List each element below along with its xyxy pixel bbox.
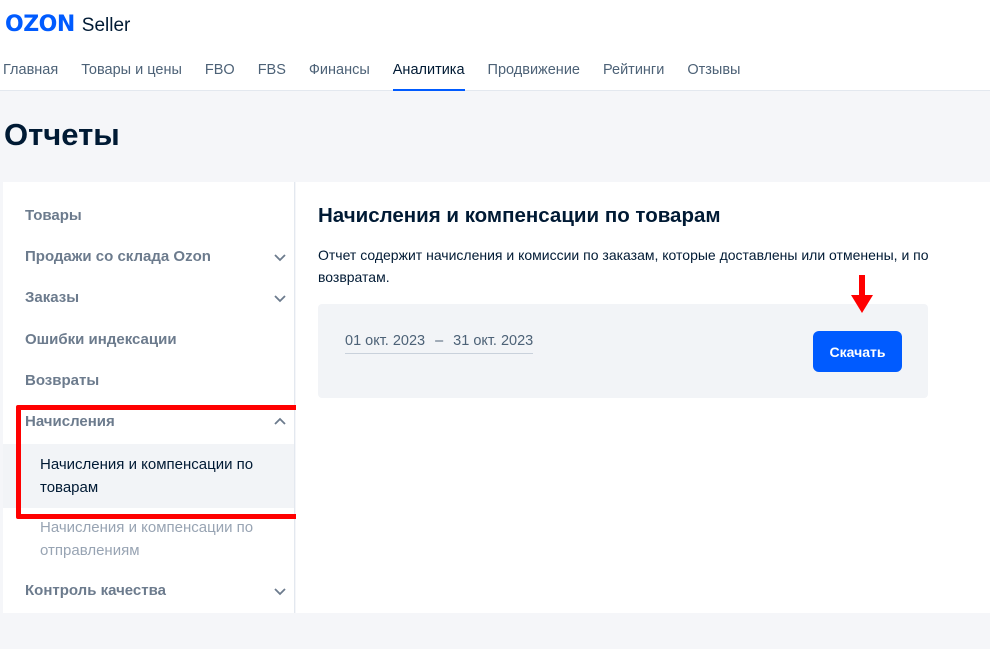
reports-sidebar: Товары Продажи со склада Ozon Заказы Оши… (3, 182, 295, 613)
date-range-picker[interactable]: 01 окт. 2023 – 31 окт. 2023 (345, 333, 534, 354)
sidebar-item-label: Начисления (25, 413, 115, 430)
top-bar: OZON Seller Главная Товары и цены FBO FB… (0, 0, 990, 91)
date-separator: – (435, 333, 444, 349)
sidebar-item-orders[interactable]: Заказы (25, 289, 287, 306)
date-from: 01 окт. 2023 (345, 333, 426, 349)
nav-item-products[interactable]: Товары и цены (81, 62, 182, 91)
chevron-down-icon (274, 294, 286, 302)
nav-item-main[interactable]: Главная (3, 62, 58, 91)
date-to: 31 окт. 2023 (453, 333, 534, 349)
chevron-down-icon (274, 253, 286, 261)
logo-brand: OZON (5, 12, 75, 37)
nav-item-ratings[interactable]: Рейтинги (603, 62, 664, 91)
sidebar-item-quality-control[interactable]: Контроль качества (25, 582, 287, 599)
sidebar-subitem-accruals-by-products[interactable]: Начисления и компенсации по товарам (3, 444, 294, 508)
main-nav: Главная Товары и цены FBO FBS Финансы Ан… (3, 62, 763, 91)
sidebar-item-label: Продажи со склада Ozon (25, 248, 211, 265)
nav-item-promotion[interactable]: Продвижение (488, 62, 580, 91)
nav-item-reviews[interactable]: Отзывы (687, 62, 740, 91)
sidebar-item-ozon-warehouse-sales[interactable]: Продажи со склада Ozon (25, 248, 287, 265)
page-title: Отчеты (4, 117, 120, 152)
report-description: Отчет содержит начисления и комиссии по … (318, 247, 929, 285)
download-button[interactable]: Скачать (813, 331, 902, 372)
ozon-seller-logo[interactable]: OZON Seller (5, 12, 130, 37)
red-arrow-down-icon (851, 275, 873, 313)
sidebar-item-indexing-errors[interactable]: Ошибки индексации (25, 331, 287, 348)
nav-item-finance[interactable]: Финансы (309, 62, 370, 91)
nav-item-analytics[interactable]: Аналитика (392, 62, 465, 91)
sidebar-item-label: Ошибки индексации (25, 331, 177, 348)
sidebar-item-products[interactable]: Товары (25, 207, 287, 224)
report-title: Начисления и компенсации по товарам (318, 204, 721, 227)
sidebar-item-label: Контроль качества (25, 582, 166, 599)
sidebar-item-label: Заказы (25, 289, 80, 306)
sidebar-item-label: Товары (25, 207, 82, 224)
chevron-down-icon (274, 587, 286, 595)
report-filter-panel: 01 окт. 2023 – 31 окт. 2023 Скачать (318, 304, 928, 398)
logo-suffix: Seller (81, 15, 131, 36)
sidebar-item-returns[interactable]: Возвраты (25, 372, 287, 389)
sidebar-item-accruals[interactable]: Начисления (25, 413, 287, 430)
nav-item-fbo[interactable]: FBO (205, 62, 235, 91)
report-content: Начисления и компенсации по товарам Отче… (296, 182, 990, 613)
sidebar-subitem-accruals-by-shipments[interactable]: Начисления и компенсации по отправлениям (3, 507, 294, 571)
nav-item-fbs[interactable]: FBS (258, 62, 286, 91)
sidebar-item-label: Возвраты (25, 372, 100, 389)
chevron-up-icon (274, 417, 286, 425)
